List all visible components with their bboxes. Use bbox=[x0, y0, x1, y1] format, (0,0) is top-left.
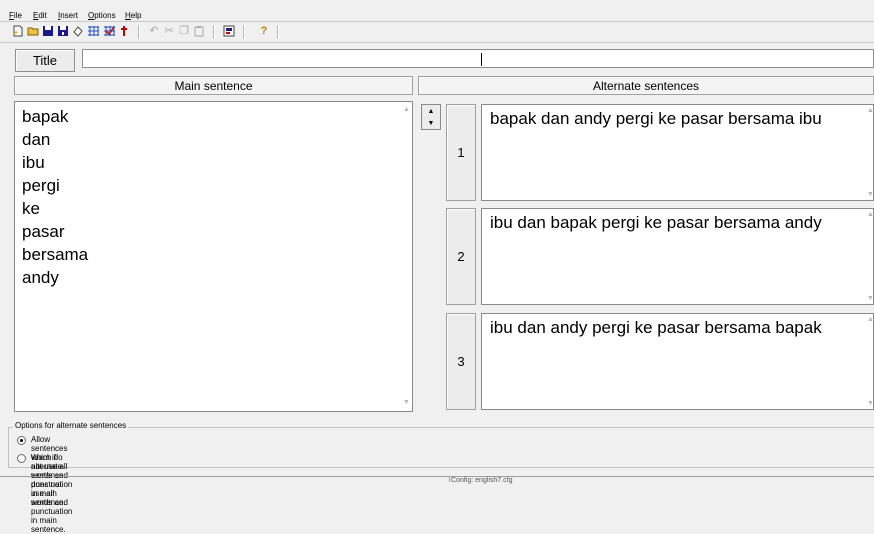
scroll-down-arrow[interactable]: ▼ bbox=[867, 191, 874, 198]
alternate-sentence-text: bapak dan andy pergi ke pasar bersama ib… bbox=[490, 109, 822, 128]
menu-insert[interactable]: Insert bbox=[58, 11, 78, 20]
undo-icon[interactable]: ↶ bbox=[147, 24, 161, 38]
menu-options[interactable]: Options bbox=[88, 11, 116, 20]
list-item[interactable]: pasar bbox=[22, 221, 65, 243]
alternate-sentence-1[interactable]: bapak dan andy pergi ke pasar bersama ib… bbox=[481, 104, 874, 201]
scroll-up-arrow[interactable]: ▲ bbox=[867, 211, 874, 218]
radio-allow[interactable] bbox=[17, 436, 26, 445]
help-icon[interactable]: ? bbox=[257, 24, 271, 38]
options-group bbox=[8, 427, 874, 468]
alternate-sentence-text: ibu dan bapak pergi ke pasar bersama and… bbox=[490, 213, 822, 232]
list-item[interactable]: pergi bbox=[22, 175, 60, 197]
status-text: Config: english7.cfg bbox=[451, 477, 513, 484]
new-document-icon[interactable] bbox=[11, 24, 25, 38]
scroll-up-arrow[interactable]: ▲ bbox=[867, 107, 874, 114]
paste-icon[interactable] bbox=[192, 24, 206, 38]
alternate-sentence-2[interactable]: ibu dan bapak pergi ke pasar bersama and… bbox=[481, 208, 874, 305]
text-caret bbox=[481, 53, 482, 66]
menu-bar: File Edit Insert Options Help bbox=[0, 0, 874, 20]
alternate-sentences-header[interactable]: Alternate sentences bbox=[418, 76, 874, 95]
list-item[interactable]: ibu bbox=[22, 152, 45, 174]
save-as-icon[interactable] bbox=[56, 24, 70, 38]
radio-warn[interactable] bbox=[17, 454, 26, 463]
list-item[interactable]: dan bbox=[22, 129, 50, 151]
list-item[interactable]: andy bbox=[22, 267, 59, 289]
alternate-sentence-3[interactable]: ibu dan andy pergi ke pasar bersama bapa… bbox=[481, 313, 874, 410]
move-down-button[interactable]: ▼ bbox=[422, 117, 440, 129]
toolbar-separator bbox=[138, 25, 140, 39]
scroll-down-arrow[interactable]: ▼ bbox=[867, 400, 874, 407]
main-sentence-header[interactable]: Main sentence bbox=[14, 76, 413, 95]
cut-icon[interactable]: ✂ bbox=[162, 24, 176, 38]
properties-icon[interactable] bbox=[222, 24, 236, 38]
list-item[interactable]: bersama bbox=[22, 244, 88, 266]
toolbar-separator bbox=[277, 25, 279, 39]
main-sentence-list[interactable]: bapak dan ibu pergi ke pasar bersama and… bbox=[14, 101, 413, 412]
reorder-spinner: ▲ ▼ bbox=[421, 104, 441, 130]
scroll-down-arrow[interactable]: ▼ bbox=[403, 399, 410, 406]
toolbar-separator bbox=[213, 25, 215, 39]
grid-icon[interactable] bbox=[86, 24, 100, 38]
erase-icon[interactable] bbox=[71, 24, 85, 38]
scroll-up-arrow[interactable]: ▲ bbox=[403, 106, 410, 113]
alternate-sentence-text: ibu dan andy pergi ke pasar bersama bapa… bbox=[490, 318, 822, 337]
open-folder-icon[interactable] bbox=[26, 24, 40, 38]
menu-edit[interactable]: Edit bbox=[33, 11, 47, 20]
menu-help[interactable]: Help bbox=[125, 11, 141, 20]
radio-warn-label[interactable]: Warn if alternate sentence does not use … bbox=[31, 453, 72, 534]
title-button[interactable]: Title bbox=[15, 49, 75, 72]
alternate-number-button-2[interactable]: 2 bbox=[446, 208, 476, 305]
copy-icon[interactable]: ❐ bbox=[177, 24, 191, 38]
list-item[interactable]: ke bbox=[22, 198, 40, 220]
list-item[interactable]: bapak bbox=[22, 106, 68, 128]
scroll-up-arrow[interactable]: ▲ bbox=[867, 316, 874, 323]
scroll-down-arrow[interactable]: ▼ bbox=[867, 295, 874, 302]
alternate-number-button-1[interactable]: 1 bbox=[446, 104, 476, 201]
toolbar-separator bbox=[243, 25, 245, 39]
options-legend: Options for alternate sentences bbox=[13, 421, 129, 430]
menu-file[interactable]: File bbox=[9, 11, 22, 20]
save-icon[interactable] bbox=[41, 24, 55, 38]
grid-check-icon[interactable] bbox=[102, 24, 116, 38]
alternate-number-button-3[interactable]: 3 bbox=[446, 313, 476, 410]
status-separator bbox=[449, 477, 450, 482]
title-input[interactable] bbox=[82, 49, 874, 68]
red-pin-icon[interactable] bbox=[117, 24, 131, 38]
move-up-button[interactable]: ▲ bbox=[422, 105, 440, 117]
toolbar: ↶ ✂ ❐ ? bbox=[0, 21, 874, 43]
